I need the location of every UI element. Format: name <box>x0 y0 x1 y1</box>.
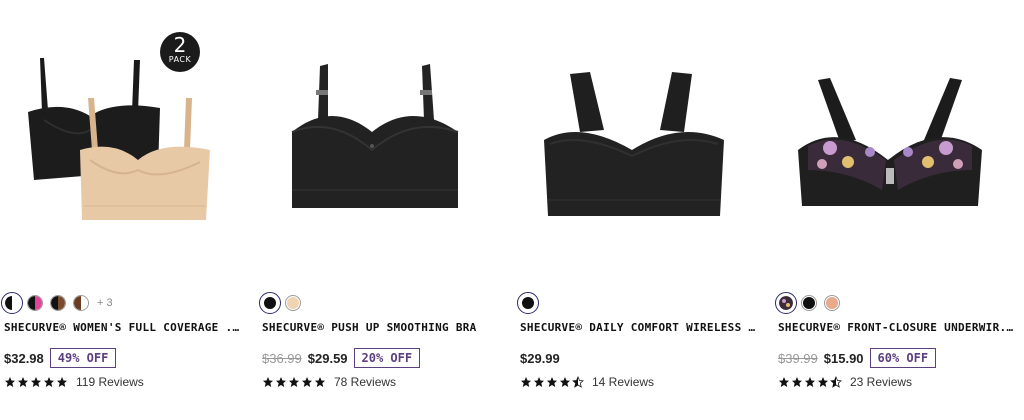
star-icon <box>560 377 570 387</box>
swatch-brown-white[interactable] <box>73 295 89 311</box>
current-price: $32.98 <box>4 350 44 366</box>
swatch-black[interactable] <box>801 295 817 311</box>
product-name[interactable]: SHECURVE® DAILY COMFORT WIRELESS ... <box>520 321 760 334</box>
discount-badge: 20% OFF <box>353 348 421 368</box>
swatch-nude[interactable] <box>285 295 301 311</box>
more-swatches-count[interactable]: + 3 <box>97 297 113 309</box>
review-count[interactable]: 23 Reviews <box>850 375 912 389</box>
current-price: $15.90 <box>823 350 864 366</box>
star-icon <box>57 377 67 387</box>
product-card-daily-comfort[interactable]: SHECURVE® DAILY COMFORT WIRELESS ... $29… <box>517 0 770 420</box>
color-swatches: + 3 <box>1 292 113 314</box>
rating-row[interactable]: 23 Reviews <box>778 374 912 390</box>
product-image[interactable] <box>520 20 760 270</box>
swatch-black-white[interactable] <box>1 292 23 314</box>
swatch-black[interactable] <box>259 292 281 314</box>
product-name[interactable]: SHECURVE® FRONT-CLOSURE UNDERWIR... <box>778 321 1018 334</box>
review-count[interactable]: 14 Reviews <box>592 375 654 389</box>
swatch-black-pink[interactable] <box>27 295 43 311</box>
rating-row[interactable]: 119 Reviews <box>4 374 144 390</box>
rating-row[interactable]: 78 Reviews <box>262 374 396 390</box>
discount-badge: 49% OFF <box>49 348 117 368</box>
star-icon <box>276 377 286 387</box>
price-row: $29.99 <box>520 348 560 368</box>
original-price: $39.99 <box>778 350 818 366</box>
bra-front-closure-image <box>798 78 982 206</box>
discount-badge: 60% OFF <box>869 348 937 368</box>
two-pack-badge: 2 PACK <box>160 32 200 72</box>
star-icon <box>315 377 325 387</box>
price-row: $32.98 49% OFF <box>4 348 117 368</box>
star-icon <box>302 377 312 387</box>
star-icon <box>521 377 531 387</box>
rating-row[interactable]: 14 Reviews <box>520 374 654 390</box>
bra-wireless-image <box>544 72 724 216</box>
swatch-peach[interactable] <box>824 295 840 311</box>
star-icon <box>18 377 28 387</box>
swatch-black[interactable] <box>517 292 539 314</box>
price-row: $36.99 $29.59 20% OFF <box>262 348 421 368</box>
star-icon <box>805 377 815 387</box>
pack-label: PACK <box>168 55 192 64</box>
star-rating <box>520 376 584 388</box>
star-rating <box>262 376 326 388</box>
color-swatches <box>259 292 301 314</box>
swatch-floral[interactable] <box>775 292 797 314</box>
star-half-icon <box>830 376 842 388</box>
review-count[interactable]: 78 Reviews <box>334 375 396 389</box>
color-swatches <box>517 292 539 314</box>
review-count[interactable]: 119 Reviews <box>76 375 144 389</box>
product-image[interactable] <box>778 20 1018 270</box>
star-icon <box>44 377 54 387</box>
bra-two-pack-image <box>28 58 210 220</box>
product-name[interactable]: SHECURVE® WOMEN'S FULL COVERAGE ... <box>4 321 244 334</box>
product-image[interactable] <box>262 20 502 270</box>
original-price: $36.99 <box>262 350 302 366</box>
star-icon <box>5 377 15 387</box>
star-icon <box>547 377 557 387</box>
pack-number: 2 <box>173 33 187 57</box>
product-card-full-coverage[interactable]: 2 PACK + 3 SHECURVE® WOMEN'S FULL COVERA… <box>1 0 254 420</box>
product-grid: 2 PACK + 3 SHECURVE® WOMEN'S FULL COVERA… <box>0 0 1024 420</box>
current-price: $29.99 <box>520 350 560 366</box>
product-card-push-up[interactable]: SHECURVE® PUSH UP SMOOTHING BRA $36.99 $… <box>259 0 512 420</box>
price-row: $39.99 $15.90 60% OFF <box>778 348 937 368</box>
star-rating <box>4 376 68 388</box>
star-icon <box>792 377 802 387</box>
product-name[interactable]: SHECURVE® PUSH UP SMOOTHING BRA <box>262 321 502 334</box>
star-icon <box>31 377 41 387</box>
star-icon <box>263 377 273 387</box>
star-icon <box>289 377 299 387</box>
bra-push-up-image <box>291 64 459 208</box>
product-card-front-closure[interactable]: SHECURVE® FRONT-CLOSURE UNDERWIR... $39.… <box>775 0 1024 420</box>
product-image[interactable]: 2 PACK <box>4 20 244 270</box>
star-half-icon <box>572 376 584 388</box>
star-icon <box>534 377 544 387</box>
current-price: $29.59 <box>307 350 348 366</box>
star-icon <box>779 377 789 387</box>
star-rating <box>778 376 842 388</box>
color-swatches <box>775 292 840 314</box>
swatch-black-brown[interactable] <box>50 295 66 311</box>
star-icon <box>818 377 828 387</box>
